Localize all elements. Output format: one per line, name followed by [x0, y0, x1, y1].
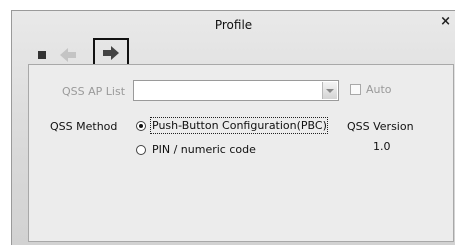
qss-method-label: QSS Method — [50, 120, 118, 133]
qss-version-label: QSS Version — [347, 120, 414, 133]
back-arrow-icon[interactable] — [57, 44, 79, 66]
pbc-radio[interactable] — [136, 121, 146, 131]
stop-icon[interactable] — [38, 51, 46, 59]
qss-version-value: 1.0 — [373, 140, 391, 153]
chevron-down-icon[interactable] — [322, 82, 337, 99]
pin-label[interactable]: PIN / numeric code — [152, 143, 256, 156]
auto-label: Auto — [366, 83, 392, 96]
auto-checkbox[interactable] — [350, 84, 361, 95]
qss-ap-list-select[interactable] — [133, 80, 339, 101]
window-title: Profile — [214, 18, 253, 32]
pin-radio[interactable] — [136, 145, 146, 155]
qss-ap-list-label: QSS AP List — [62, 85, 126, 98]
forward-arrow-icon — [103, 46, 119, 60]
close-button[interactable]: × — [440, 15, 451, 28]
pbc-label[interactable]: Push-Button Configuration(PBC) — [152, 119, 327, 132]
